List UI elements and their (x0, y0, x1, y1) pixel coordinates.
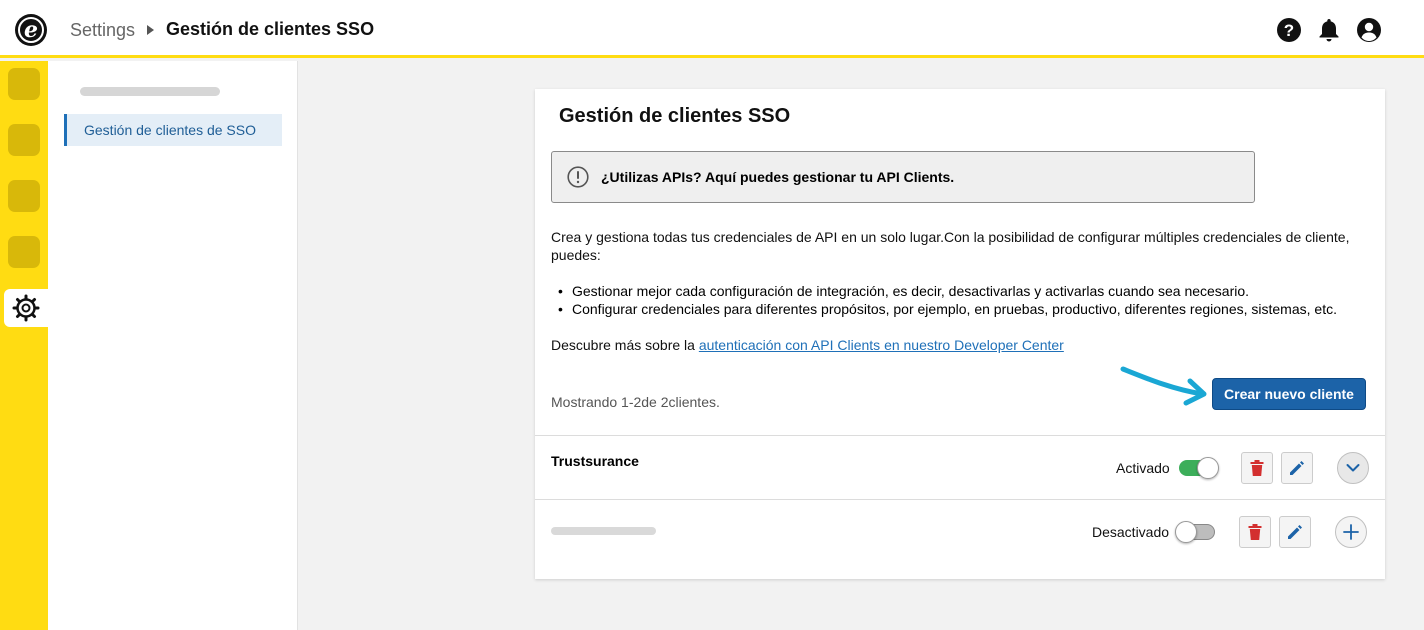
client-name: Trustsurance (551, 453, 639, 469)
settings-rail-button[interactable] (4, 289, 48, 327)
table-row: Desactivado (535, 499, 1385, 579)
pencil-icon (1290, 461, 1304, 475)
user-icon[interactable] (1356, 17, 1382, 43)
app-rail (0, 61, 48, 630)
intro-text: Crea y gestiona todas tus credenciales d… (551, 229, 1350, 263)
api-notice: ¿Utilizas APIs? Aquí puedes gestionar tu… (551, 151, 1255, 203)
client-toggle[interactable] (1175, 521, 1215, 543)
plus-icon (1343, 524, 1359, 540)
edit-button[interactable] (1279, 516, 1311, 548)
list-item: Gestionar mejor cada configuración de in… (551, 282, 1337, 300)
page-title: Gestión de clientes SSO (559, 105, 791, 127)
client-name-placeholder (551, 527, 656, 535)
chevron-down-icon (1346, 464, 1360, 472)
delete-button[interactable] (1239, 516, 1271, 548)
create-client-button[interactable]: Crear nuevo cliente (1212, 378, 1366, 410)
table-row: Trustsurance Activado (535, 435, 1385, 499)
edit-button[interactable] (1281, 452, 1313, 484)
add-button[interactable] (1335, 516, 1367, 548)
pencil-icon (1288, 525, 1302, 539)
status-label: Activado (1116, 460, 1170, 476)
list-item: Configurar credenciales para diferentes … (551, 300, 1337, 318)
notice-text: ¿Utilizas APIs? Aquí puedes gestionar tu… (601, 169, 955, 185)
nav-placeholder (80, 87, 220, 96)
app-icon[interactable] (8, 68, 40, 100)
exclamation-circle-icon (567, 166, 589, 188)
svg-text:?: ? (1284, 21, 1294, 40)
sso-clients-card: Gestión de clientes SSO ¿Utilizas APIs? … (535, 89, 1385, 579)
developer-center-link[interactable]: autenticación con API Clients en nuestro… (699, 337, 1064, 353)
settings-nav: Gestión de clientes de SSO (48, 61, 298, 630)
learn-more-prefix: Descubre más sobre la (551, 337, 699, 353)
trash-icon (1250, 460, 1264, 476)
breadcrumb-separator-icon (147, 25, 154, 35)
nav-item-sso-clients[interactable]: Gestión de clientes de SSO (64, 114, 282, 146)
expand-button[interactable] (1337, 452, 1369, 484)
trash-icon (1248, 524, 1262, 540)
logo[interactable]: e (15, 14, 47, 46)
app-icon[interactable] (8, 124, 40, 156)
status-label: Desactivado (1092, 524, 1170, 540)
app-icon[interactable] (8, 180, 40, 212)
client-toggle[interactable] (1179, 457, 1219, 479)
learn-more: Descubre más sobre la autenticación con … (551, 336, 1064, 354)
help-icon[interactable]: ? (1276, 17, 1302, 43)
results-count: Mostrando 1-2de 2clientes. (551, 394, 720, 410)
top-bar: e Settings Gestión de clientes SSO ? (0, 0, 1424, 58)
breadcrumb-current: Gestión de clientes SSO (166, 19, 375, 39)
pointer-arrow (1120, 366, 1207, 406)
delete-button[interactable] (1241, 452, 1273, 484)
feature-list: Gestionar mejor cada configuración de in… (551, 282, 1337, 318)
app-icon[interactable] (8, 236, 40, 268)
logo-letter: e (18, 17, 44, 43)
bell-icon[interactable] (1316, 17, 1342, 43)
breadcrumb-settings[interactable]: Settings (70, 20, 135, 41)
gear-icon (12, 294, 40, 322)
